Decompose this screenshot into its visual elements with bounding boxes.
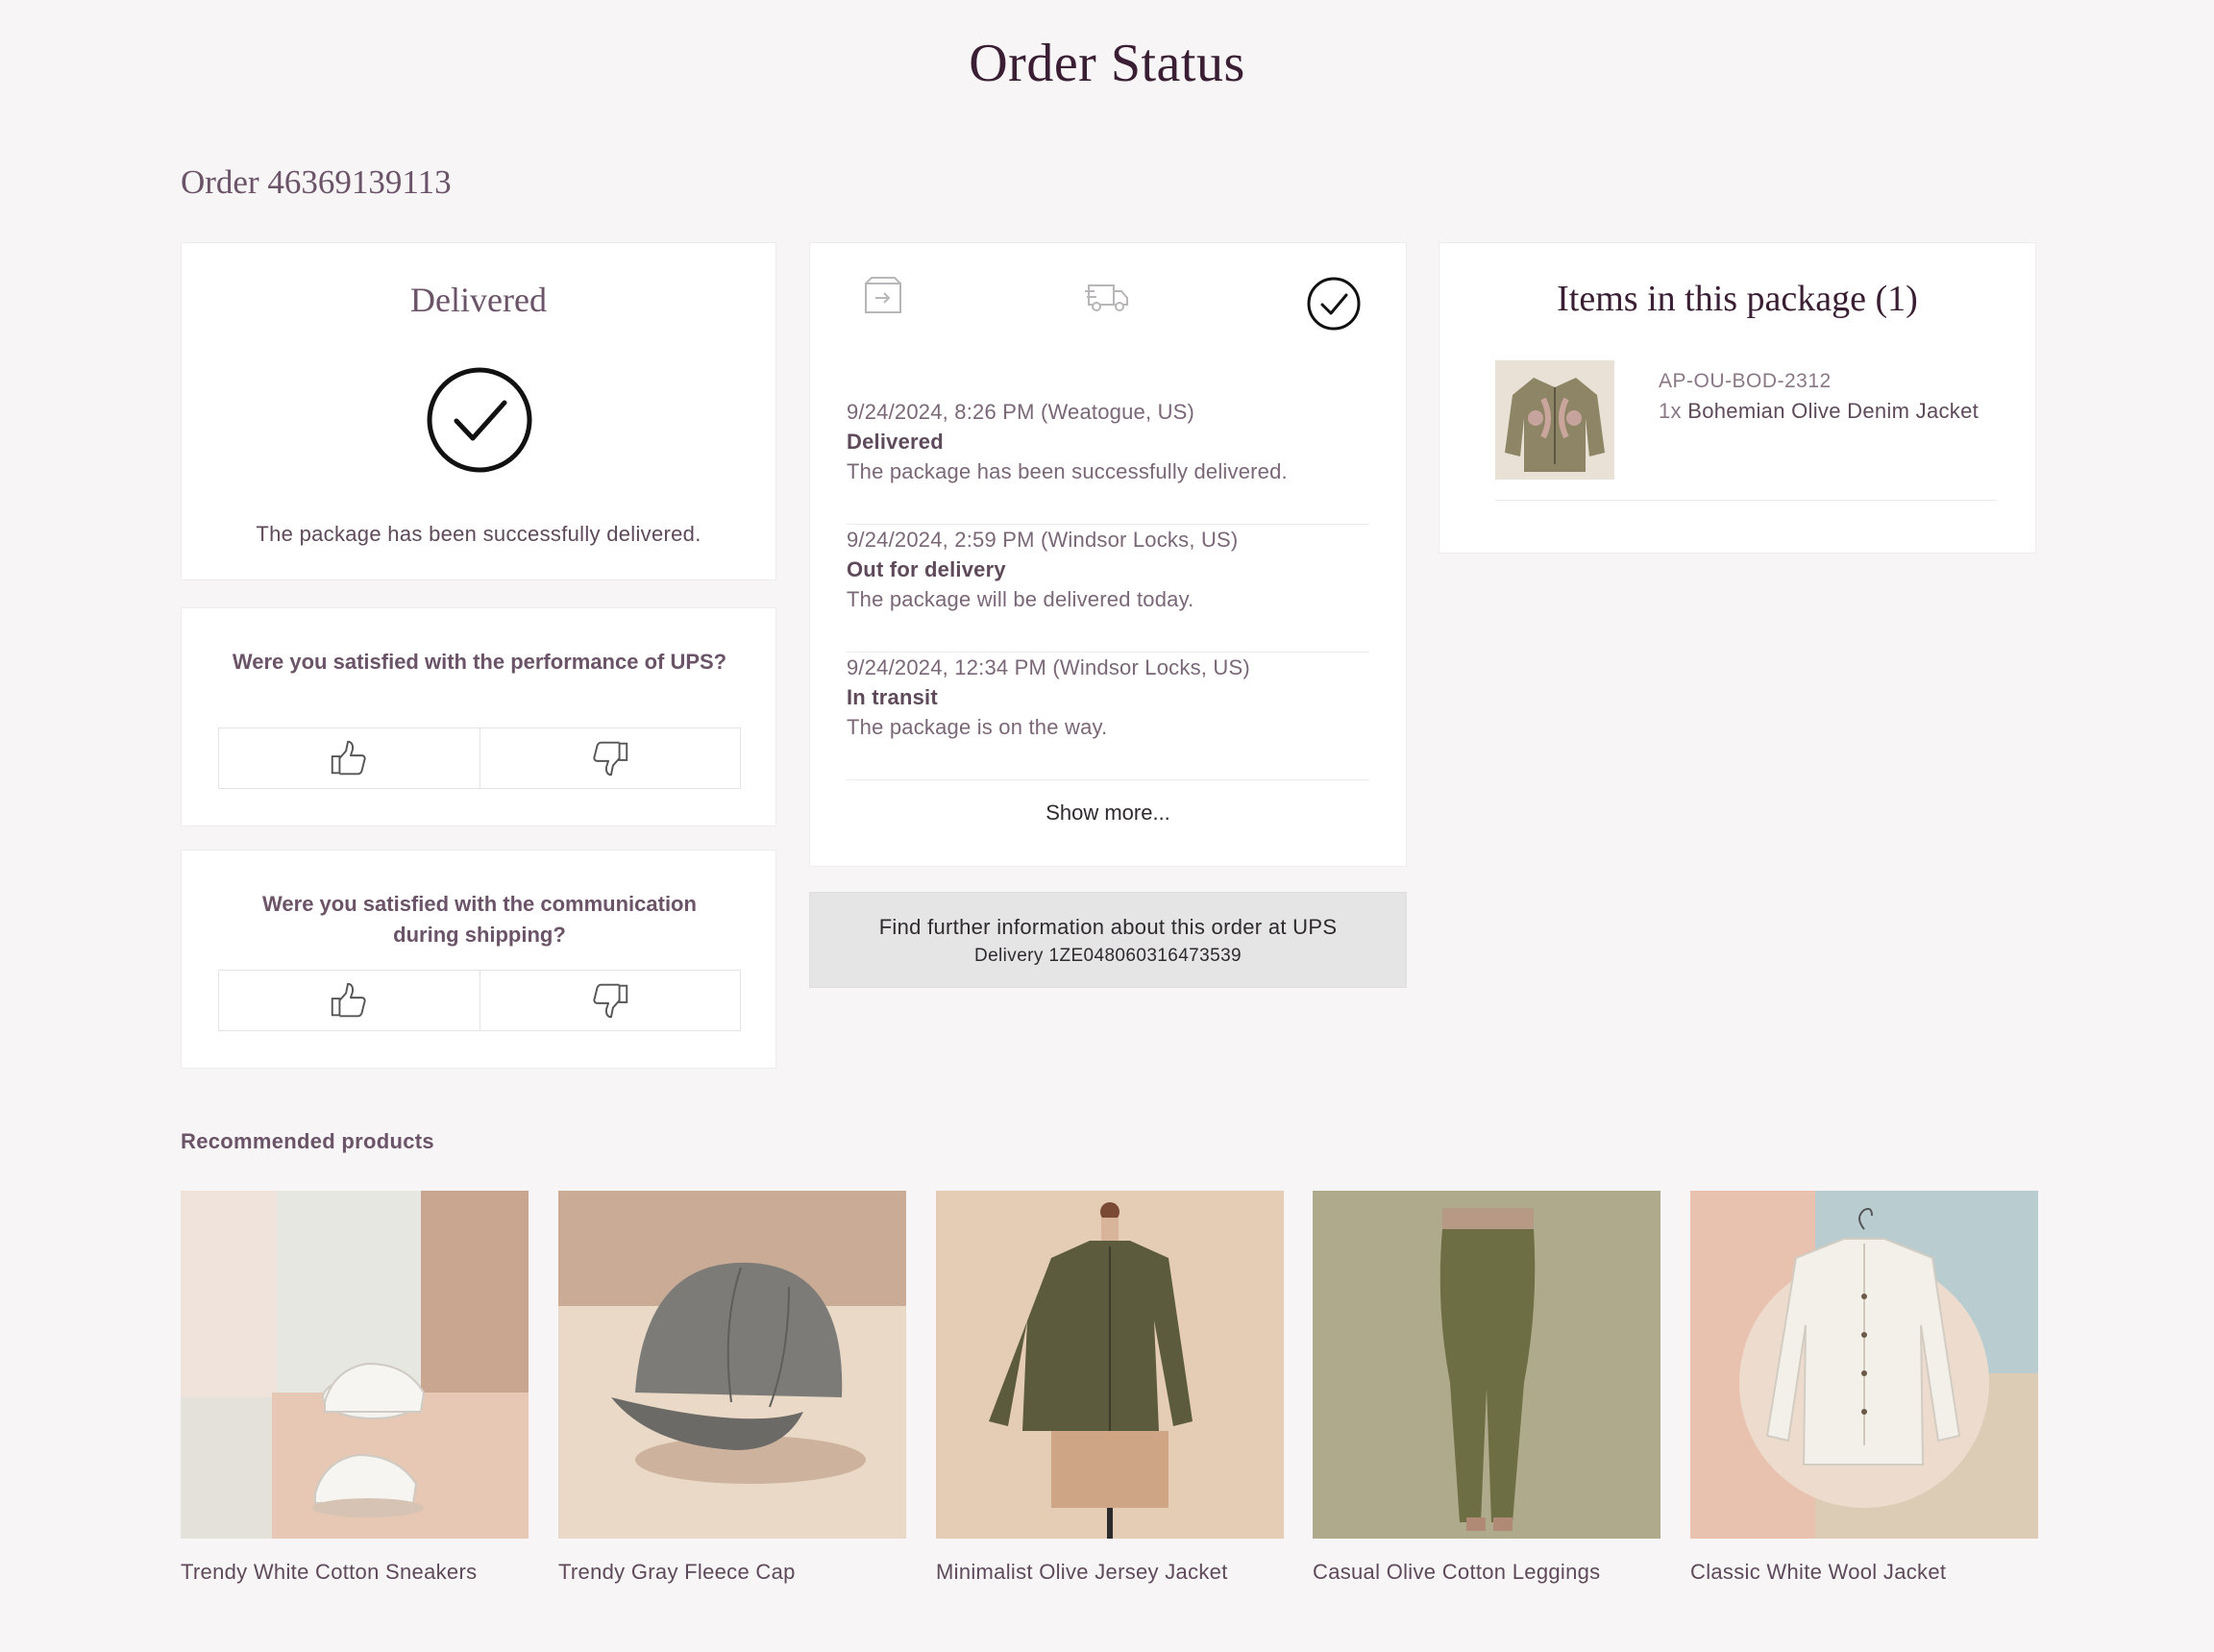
recommended-product[interactable]: Casual Olive Cotton Leggings (1313, 1191, 1660, 1585)
tracking-event: 9/24/2024, 12:34 PM (Windsor Locks, US) … (847, 653, 1369, 780)
product-image (936, 1191, 1284, 1539)
tracking-event: 9/24/2024, 2:59 PM (Windsor Locks, US) O… (847, 525, 1369, 653)
thumbs-up-icon (327, 736, 371, 780)
carrier-info-button[interactable]: Find further information about this orde… (809, 892, 1407, 988)
check-circle-icon (1307, 277, 1361, 331)
product-image (558, 1191, 906, 1539)
event-status: Delivered (847, 430, 944, 454)
feedback-question: Were you satisfied with the communicatio… (262, 892, 697, 947)
product-name: Minimalist Olive Jersey Jacket (936, 1560, 1228, 1584)
product-image (1690, 1191, 2038, 1539)
vote-row (218, 727, 741, 789)
event-date: 9/24/2024, 12:34 PM (Windsor Locks, US) (847, 655, 1250, 679)
feedback-card-carrier: Were you satisfied with the performance … (181, 607, 776, 826)
package-item: AP-OU-BOD-2312 1x Bohemian Olive Denim J… (1495, 360, 1997, 501)
carrier-info-label: Find further information about this orde… (878, 915, 1338, 939)
product-name: Casual Olive Cotton Leggings (1313, 1560, 1601, 1584)
package-icon (865, 277, 901, 313)
feedback-card-communication: Were you satisfied with the communicatio… (181, 850, 776, 1069)
show-more-button[interactable]: Show more... (810, 801, 1406, 826)
delivery-tracking-number: Delivery 1ZE048060316473539 (973, 946, 1242, 966)
recommended-product[interactable]: Minimalist Olive Jersey Jacket (936, 1191, 1284, 1585)
page-title: Order Status (969, 34, 1245, 93)
event-description: The package is on the way. (847, 715, 1108, 739)
thumbs-up-icon (327, 978, 371, 1023)
thumbs-down-icon (588, 736, 632, 780)
product-image (1313, 1191, 1660, 1539)
thumbs-up-button[interactable] (219, 728, 480, 788)
thumbs-down-button[interactable] (479, 971, 741, 1030)
item-thumbnail (1495, 360, 1614, 480)
thumbs-up-button[interactable] (219, 971, 480, 1030)
recommended-product[interactable]: Trendy White Cotton Sneakers (181, 1191, 529, 1585)
delivery-status-card: Delivered The package has been successfu… (181, 242, 776, 580)
recommended-heading: Recommended products (181, 1129, 434, 1153)
package-items-title: Items in this package (1) (1557, 279, 1918, 319)
recommended-product[interactable]: Trendy Gray Fleece Cap (558, 1191, 906, 1585)
item-sku: AP-OU-BOD-2312 (1659, 370, 1832, 392)
check-circle-icon (427, 367, 532, 473)
thumbs-down-icon (588, 978, 632, 1023)
event-description: The package will be delivered today. (847, 587, 1194, 611)
event-date: 9/24/2024, 2:59 PM (Windsor Locks, US) (847, 528, 1239, 552)
tracking-card: 9/24/2024, 8:26 PM (Weatogue, US) Delive… (809, 242, 1407, 867)
status-title: Delivered (410, 281, 547, 319)
event-description: The package has been successfully delive… (847, 459, 1288, 483)
event-status: Out for delivery (847, 557, 1006, 581)
vote-row (218, 970, 741, 1031)
item-name-line: 1x Bohemian Olive Denim Jacket (1659, 399, 1979, 424)
feedback-question: Were you satisfied with the performance … (232, 650, 727, 674)
thumbs-down-button[interactable] (479, 728, 741, 788)
product-name: Classic White Wool Jacket (1690, 1560, 1947, 1584)
status-message: The package has been successfully delive… (256, 522, 701, 546)
order-number: Order 46369139113 (181, 163, 452, 201)
item-name: Bohemian Olive Denim Jacket (1687, 399, 1980, 423)
tracking-event: 9/24/2024, 8:26 PM (Weatogue, US) Delive… (847, 397, 1369, 525)
package-items-card: Items in this package (1) AP-OU-BOD-2312… (1439, 242, 2036, 554)
product-image (181, 1191, 529, 1539)
product-name: Trendy Gray Fleece Cap (558, 1560, 796, 1584)
product-name: Trendy White Cotton Sneakers (181, 1560, 478, 1584)
item-quantity: 1x (1659, 399, 1682, 423)
event-date: 9/24/2024, 8:26 PM (Weatogue, US) (847, 400, 1195, 424)
truck-icon (1085, 284, 1128, 311)
recommended-product[interactable]: Classic White Wool Jacket (1690, 1191, 2038, 1585)
event-status: In transit (847, 685, 938, 709)
